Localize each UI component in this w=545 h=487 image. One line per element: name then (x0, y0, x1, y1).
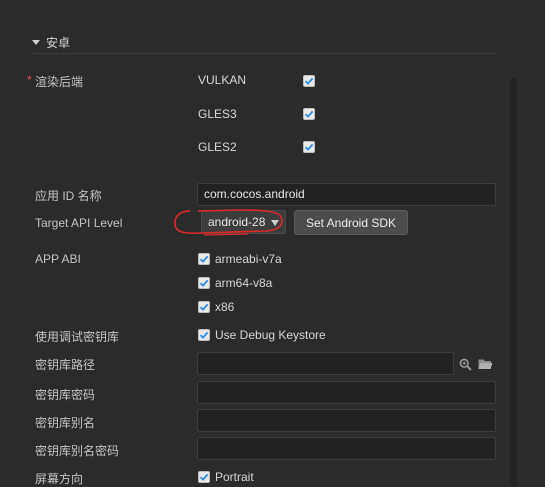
debug-keystore-option: Use Debug Keystore (215, 328, 326, 342)
x86-label: x86 (215, 300, 235, 314)
app-abi-label: APP ABI (35, 252, 81, 266)
gles3-label: GLES3 (198, 107, 237, 121)
portrait-option: Portrait (215, 470, 254, 484)
arm64-label: arm64-v8a (215, 276, 273, 290)
keystore-password-input[interactable] (197, 381, 496, 404)
keystore-alias-input[interactable] (197, 409, 496, 432)
keystore-password-label: 密钥库密码 (35, 388, 96, 402)
section-header-android[interactable]: 安卓 (32, 34, 70, 51)
x86-checkbox[interactable] (198, 301, 210, 313)
app-id-label: 应用 ID 名称 (35, 189, 102, 203)
folder-icon[interactable] (478, 358, 493, 370)
portrait-checkbox[interactable] (198, 471, 210, 483)
gles2-label: GLES2 (198, 140, 237, 154)
vulkan-label: VULKAN (198, 73, 247, 87)
arm64-checkbox[interactable] (198, 277, 210, 289)
section-divider (30, 53, 497, 54)
magnifier-icon[interactable] (459, 358, 472, 371)
target-api-label: Target API Level (35, 216, 123, 230)
vulkan-checkbox[interactable] (303, 75, 315, 87)
checkmark-icon (199, 331, 209, 339)
armeabi-label: armeabi-v7a (215, 252, 282, 266)
required-mark: * (27, 73, 32, 87)
gles3-checkbox[interactable] (303, 108, 315, 120)
set-android-sdk-button[interactable]: Set Android SDK (294, 210, 408, 235)
collapse-triangle-icon[interactable] (32, 40, 40, 45)
checkmark-icon (304, 143, 314, 151)
section-title: 安卓 (46, 36, 71, 50)
keystore-alias-password-label: 密钥库别名密码 (35, 444, 120, 458)
keystore-path-input[interactable] (197, 352, 454, 375)
app-id-input[interactable]: com.cocos.android (197, 183, 496, 206)
checkmark-icon (304, 110, 314, 118)
armeabi-checkbox[interactable] (198, 253, 210, 265)
debug-keystore-label: 使用调试密钥库 (35, 330, 120, 344)
render-backend-label: 渲染后端 (35, 75, 84, 89)
keystore-alias-label: 密钥库别名 (35, 416, 96, 430)
checkmark-icon (199, 473, 209, 481)
red-annotation-scribble (174, 209, 283, 236)
keystore-alias-password-input[interactable] (197, 437, 496, 460)
orientation-label: 屏幕方向 (35, 472, 84, 486)
checkmark-icon (199, 279, 209, 287)
keystore-path-label: 密钥库路径 (35, 358, 96, 372)
debug-keystore-checkbox[interactable] (198, 329, 210, 341)
checkmark-icon (199, 255, 209, 263)
vertical-scrollbar[interactable] (510, 78, 517, 486)
gles2-checkbox[interactable] (303, 141, 315, 153)
checkmark-icon (199, 303, 209, 311)
checkmark-icon (304, 77, 314, 85)
